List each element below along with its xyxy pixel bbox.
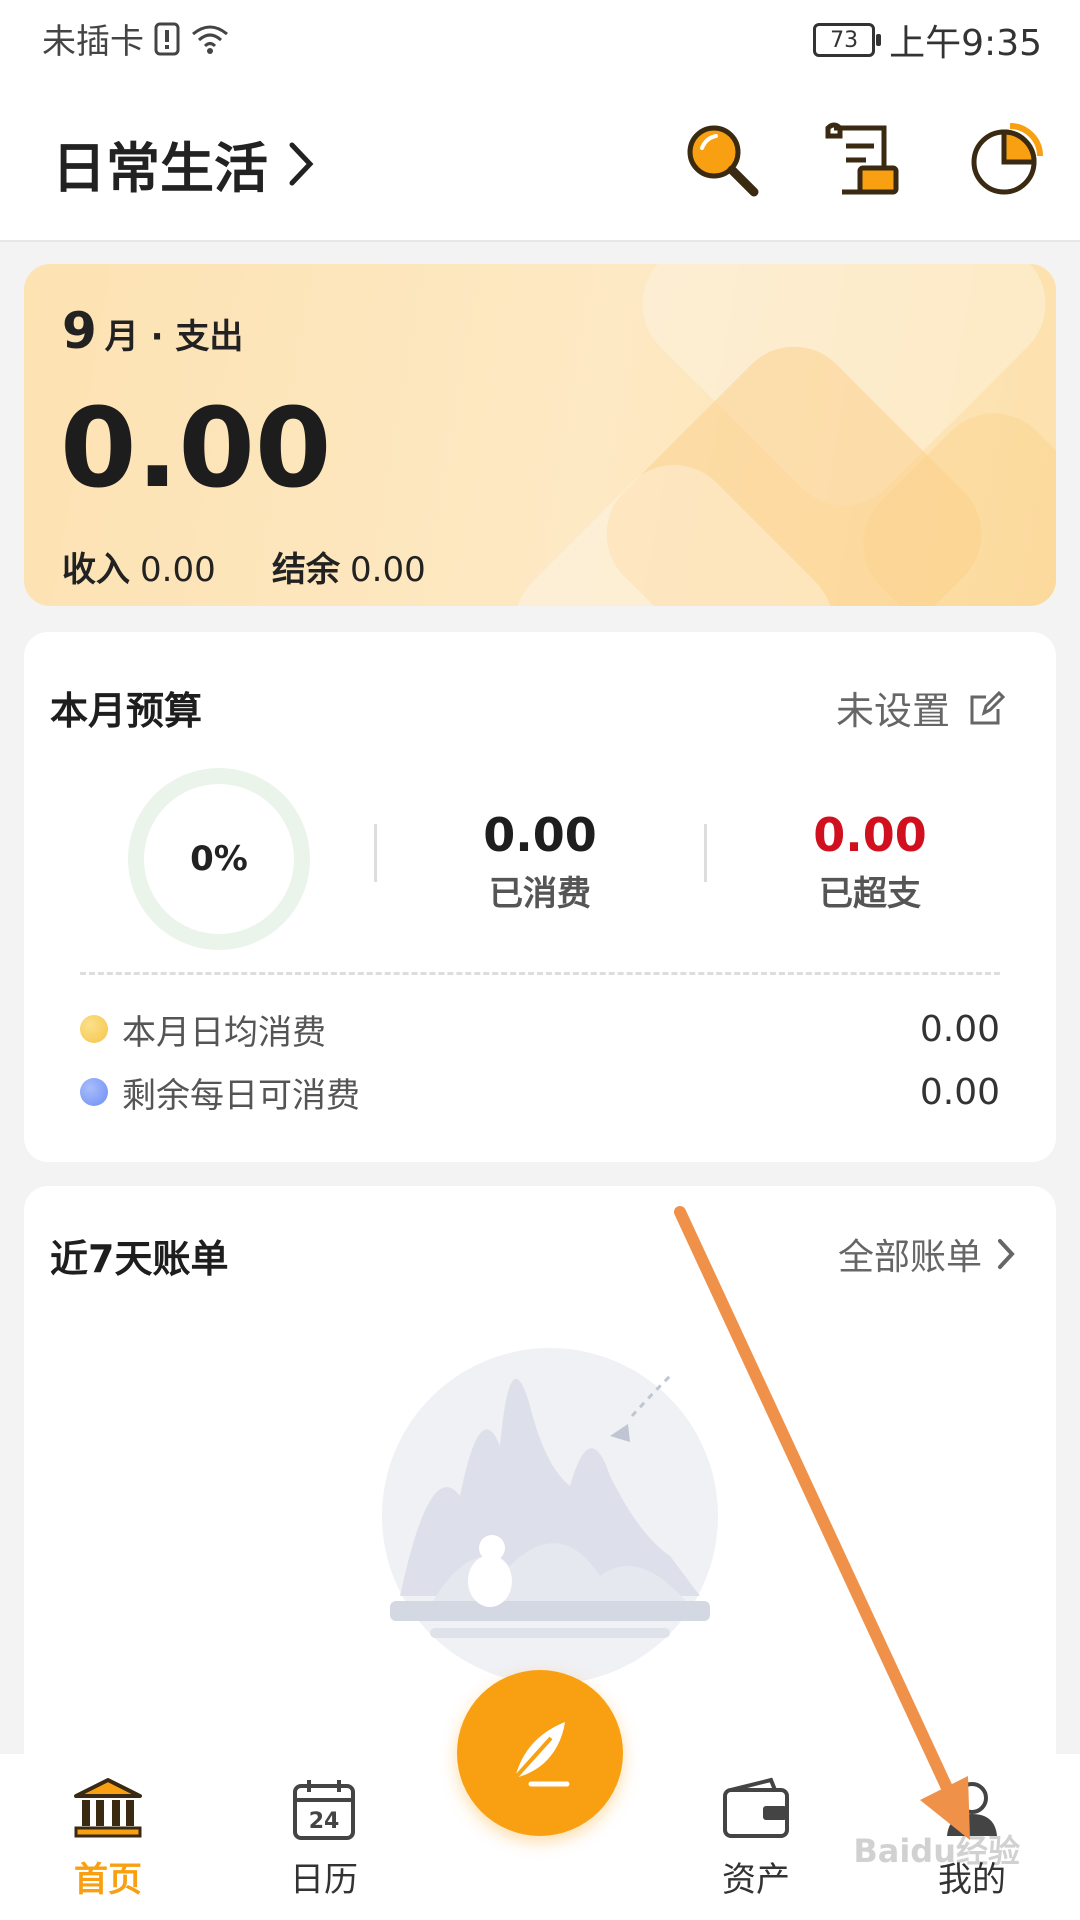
- income-value: 0.00: [140, 550, 216, 590]
- budget-card: 本月预算 未设置 0% 0.00 已消费 0.00 已超支 本月日均消费 0.0…: [24, 632, 1056, 1162]
- month-label: 月 · 支出: [104, 317, 244, 357]
- balance-label: 结余: [272, 550, 340, 590]
- app-header: 日常生活: [0, 80, 1080, 242]
- balance-summary: 结余 0.00: [272, 542, 426, 591]
- spent-label: 已消费: [489, 874, 591, 914]
- divider: [704, 824, 707, 882]
- calendar-icon: 24: [293, 1780, 355, 1840]
- status-right: 73 上午9:35: [813, 14, 1042, 66]
- book-name: 日常生活: [52, 137, 268, 200]
- carrier-text: 未插卡: [42, 22, 144, 62]
- blue-dot-icon: [80, 1078, 108, 1106]
- edit-icon: [970, 690, 1006, 724]
- nav-assets-label: 资产: [722, 1860, 790, 1900]
- income-summary: 收入 0.00: [62, 542, 216, 591]
- remaining-daily-value: 0.00: [919, 1071, 1000, 1113]
- divider: [374, 824, 377, 882]
- expense-amount: 0.00: [60, 384, 332, 512]
- sim-alert-icon: [154, 22, 180, 55]
- over-value: 0.00: [813, 808, 927, 862]
- income-label: 收入: [62, 550, 130, 590]
- nav-calendar-label: 日历: [290, 1860, 358, 1900]
- calendar-day: 24: [309, 1809, 340, 1834]
- chevron-right-icon: [289, 142, 314, 185]
- budget-status: 未设置: [835, 689, 950, 733]
- bank-home-icon: [74, 1778, 142, 1838]
- chart-pie-icon[interactable]: [964, 118, 1048, 202]
- budget-title: 本月预算: [50, 689, 203, 733]
- clock: 上午9:35: [889, 23, 1042, 64]
- budget-percent: 0%: [190, 839, 248, 879]
- nav-assets[interactable]: 资产: [676, 1776, 836, 1901]
- expense-month: 9 月 · 支出: [62, 302, 243, 360]
- empty-state-illustration: [382, 1348, 718, 1684]
- over-label: 已超支: [819, 874, 921, 914]
- search-icon[interactable]: [680, 118, 764, 202]
- wallet-icon: [723, 1777, 789, 1838]
- recent-bills-title: 近7天账单: [50, 1237, 229, 1281]
- all-bills-label: 全部账单: [837, 1237, 982, 1278]
- dashed-divider: [80, 972, 1000, 975]
- add-record-button[interactable]: [457, 1670, 623, 1836]
- nav-home[interactable]: 首页: [28, 1776, 188, 1901]
- daily-average-value: 0.00: [919, 1008, 1000, 1050]
- remaining-daily-label: 剩余每日可消费: [122, 1075, 360, 1116]
- daily-average-label: 本月日均消费: [122, 1012, 326, 1053]
- watermark-logo: Baidu经验: [853, 1832, 1020, 1870]
- nav-calendar[interactable]: 24 日历: [244, 1776, 404, 1901]
- status-bar: 未插卡 73 上午9:35: [0, 0, 1080, 80]
- status-left: 未插卡: [42, 14, 230, 63]
- month-number: 9: [62, 302, 97, 360]
- monthly-expense-card[interactable]: 9 月 · 支出 0.00 收入 0.00 结余 0.00: [24, 264, 1056, 606]
- all-bills-link[interactable]: 全部账单: [838, 1228, 1016, 1280]
- battery-icon: 73: [813, 23, 882, 57]
- bill-scroll-icon[interactable]: [820, 118, 904, 202]
- yellow-dot-icon: [80, 1015, 108, 1043]
- budget-progress-ring: 0%: [128, 768, 310, 950]
- nav-home-label: 首页: [74, 1860, 142, 1900]
- battery-level: 73: [830, 27, 859, 53]
- book-switcher[interactable]: 日常生活: [52, 124, 316, 203]
- remaining-daily-row: 剩余每日可消费 0.00: [80, 1067, 1000, 1117]
- budget-settings-button[interactable]: 未设置: [836, 680, 1006, 735]
- daily-average-row: 本月日均消费 0.00: [80, 1004, 1000, 1054]
- spent-value: 0.00: [483, 808, 597, 862]
- wifi-icon: [192, 25, 228, 54]
- chevron-right-icon: [998, 1239, 1015, 1269]
- balance-value: 0.00: [350, 550, 426, 590]
- quill-pen-icon: [513, 1722, 570, 1787]
